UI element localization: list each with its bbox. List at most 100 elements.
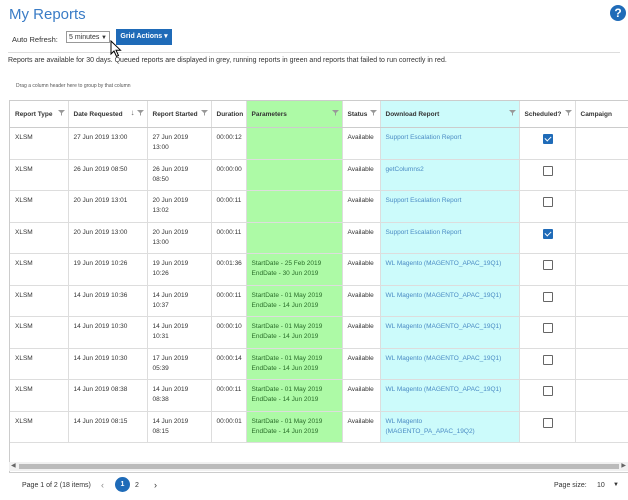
col-header-date-requested[interactable]: Date Requested ↓: [68, 101, 148, 128]
scheduled-checkbox[interactable]: [542, 386, 553, 396]
filter-icon[interactable]: [57, 110, 65, 116]
cell-download-report-text[interactable]: WL Magento (MAGENTO_PA_APAC_19Q2): [386, 418, 475, 435]
scheduled-checkbox[interactable]: [542, 291, 553, 302]
cell-campaign: [575, 348, 628, 380]
scroll-left-icon[interactable]: ◀: [11, 462, 16, 469]
pager: Page 1 of 2 (18 items) ‹ 1 2 › Page size…: [9, 473, 628, 500]
cell-download-report-text[interactable]: WL Magento (MAGENTO_APAC_19Q1): [386, 292, 502, 299]
scheduled-checkbox[interactable]: [542, 165, 553, 176]
filter-icon[interactable]: [136, 110, 144, 116]
scheduled-checkbox[interactable]: [542, 228, 553, 239]
col-header-duration[interactable]: Duration: [211, 101, 247, 128]
cell-download-report[interactable]: WL Magento (MAGENTO_APAC_19Q1): [380, 285, 520, 317]
cell-download-report[interactable]: Support Escalation Report: [380, 222, 520, 254]
question-circle-icon[interactable]: ?: [610, 5, 626, 21]
auto-refresh-select[interactable]: 5 minutes ▼: [66, 31, 110, 43]
cell-download-report[interactable]: WL Magento (MAGENTO_APAC_19Q1): [380, 253, 520, 286]
cell-download-report-text[interactable]: Support Escalation Report: [386, 134, 462, 141]
filter-icon[interactable]: [200, 110, 208, 116]
cell-status: Available: [342, 159, 381, 191]
col-header-scheduled[interactable]: Scheduled?: [519, 101, 576, 128]
cell-download-report-text[interactable]: WL Magento (MAGENTO_APAC_19Q1): [386, 323, 502, 330]
col-header-download-report[interactable]: Download Report: [380, 101, 520, 128]
cell-campaign: [575, 190, 628, 223]
page-button-1[interactable]: 1: [115, 477, 130, 492]
cell-download-report[interactable]: WL Magento (MAGENTO_APAC_19Q1): [380, 348, 520, 380]
chevron-right-icon[interactable]: ›: [154, 480, 157, 490]
scheduled-checkbox[interactable]: [542, 260, 553, 270]
cell-download-report-text[interactable]: getColumns2: [386, 166, 424, 173]
filter-icon[interactable]: [369, 110, 377, 116]
cell-report-type: XLSM: [10, 285, 69, 317]
cell-report-type: XLSM: [10, 159, 69, 191]
table-row[interactable]: XLSM 20 Jun 2019 13:00 20 Jun 2019 13:00 00…: [10, 222, 628, 254]
cell-duration: 00:00:00: [211, 159, 247, 191]
col-header-label: Report Type: [15, 110, 53, 118]
table-row[interactable]: XLSM 14 Jun 2019 08:38 14 Jun 2019 08:38 00…: [10, 379, 628, 412]
cell-download-report[interactable]: getColumns2: [380, 159, 520, 191]
cell-scheduled: [519, 348, 576, 380]
table-row[interactable]: XLSM 14 Jun 2019 10:36 14 Jun 2019 10:37 00…: [10, 285, 628, 317]
scrollbar-thumb[interactable]: [19, 464, 619, 469]
cell-download-report[interactable]: WL Magento (MAGENTO_APAC_19Q1): [380, 379, 520, 412]
cell-duration-text: 00:01:36: [216, 260, 242, 267]
chevron-left-icon[interactable]: ‹: [101, 480, 104, 490]
page-size-select[interactable]: 10: [597, 482, 605, 489]
table-row[interactable]: XLSM 14 Jun 2019 10:30 14 Jun 2019 10:31 00…: [10, 316, 628, 349]
table-row[interactable]: XLSM 14 Jun 2019 10:30 17 Jun 2019 05:39 00…: [10, 348, 628, 380]
cell-download-report-text[interactable]: WL Magento (MAGENTO_APAC_19Q1): [386, 260, 502, 267]
cell-report-type: XLSM: [10, 348, 69, 380]
filter-icon[interactable]: [564, 110, 572, 116]
cell-parameters: [246, 190, 343, 223]
filter-icon[interactable]: [508, 110, 516, 116]
table-row[interactable]: XLSM 14 Jun 2019 08:15 14 Jun 2019 08:15 00…: [10, 411, 628, 443]
cell-download-report[interactable]: Support Escalation Report: [380, 190, 520, 223]
cell-report-started: 27 Jun 2019 13:00: [147, 127, 212, 160]
cell-parameters-text: StartDate - 25 Feb 2019 EndDate - 30 Jun…: [251, 260, 322, 277]
chevron-down-icon[interactable]: ▼: [613, 482, 619, 488]
cell-report-type-text: XLSM: [15, 165, 33, 173]
cell-status-text: Available: [347, 291, 374, 299]
filter-icon[interactable]: [331, 110, 339, 116]
cell-download-report-text[interactable]: WL Magento (MAGENTO_APAC_19Q1): [386, 355, 502, 362]
col-header-label: Scheduled?: [524, 110, 562, 118]
horizontal-scrollbar[interactable]: ◀ ▶: [9, 462, 628, 471]
cell-download-report[interactable]: WL Magento (MAGENTO_APAC_19Q1): [380, 316, 520, 349]
col-header-report-type[interactable]: Report Type: [10, 101, 69, 128]
col-header-status[interactable]: Status: [342, 101, 381, 128]
cell-duration: 00:00:11: [211, 379, 247, 412]
scheduled-checkbox[interactable]: [542, 134, 553, 144]
cell-parameters: StartDate - 01 May 2019 EndDate - 14 Jun…: [246, 316, 343, 349]
scheduled-checkbox[interactable]: [542, 323, 553, 333]
cell-date-requested: 20 Jun 2019 13:01: [68, 190, 148, 223]
cell-duration-text: 00:00:11: [216, 197, 242, 204]
cell-report-started: 20 Jun 2019 13:00: [147, 222, 212, 254]
table-row[interactable]: XLSM 19 Jun 2019 10:26 19 Jun 2019 10:26 00…: [10, 253, 628, 286]
cell-campaign: [575, 285, 628, 317]
scheduled-checkbox[interactable]: [542, 417, 553, 428]
cell-date-requested: 14 Jun 2019 10:36: [68, 285, 148, 317]
grid-toolbar: Auto Refresh: 5 minutes ▼ Grid Actions ▾: [8, 28, 620, 53]
scheduled-checkbox[interactable]: [542, 354, 553, 365]
cell-duration-text: 00:00:01: [216, 417, 242, 425]
cell-download-report[interactable]: WL Magento (MAGENTO_PA_APAC_19Q2): [380, 411, 520, 443]
cell-duration: 00:00:14: [211, 348, 247, 380]
cell-download-report-text[interactable]: Support Escalation Report: [386, 197, 462, 204]
cell-download-report-text[interactable]: Support Escalation Report: [386, 229, 462, 236]
col-header-parameters[interactable]: Parameters: [246, 101, 343, 128]
reports-grid: Report Type Date Requested ↓ Report Start…: [9, 100, 628, 473]
cell-download-report-text[interactable]: WL Magento (MAGENTO_APAC_19Q1): [386, 386, 502, 393]
col-header-report-started[interactable]: Report Started: [147, 101, 212, 128]
cell-date-requested-text: 20 Jun 2019 13:01: [73, 197, 128, 204]
cell-status: Available: [342, 190, 381, 223]
scheduled-checkbox[interactable]: [542, 197, 553, 207]
table-row[interactable]: XLSM 27 Jun 2019 13:00 27 Jun 2019 13:00 00…: [10, 127, 628, 160]
scroll-right-icon[interactable]: ▶: [621, 462, 626, 469]
cell-date-requested-text: 14 Jun 2019 08:38: [73, 386, 128, 393]
page-button-2[interactable]: 2: [135, 482, 139, 489]
grid-actions-button[interactable]: Grid Actions ▾: [116, 29, 172, 45]
cell-download-report[interactable]: Support Escalation Report: [380, 127, 520, 160]
col-header-campaign[interactable]: Campaign: [575, 101, 628, 128]
table-row[interactable]: XLSM 26 Jun 2019 08:50 26 Jun 2019 08:50 00…: [10, 159, 628, 191]
table-row[interactable]: XLSM 20 Jun 2019 13:01 20 Jun 2019 13:02 00…: [10, 190, 628, 223]
